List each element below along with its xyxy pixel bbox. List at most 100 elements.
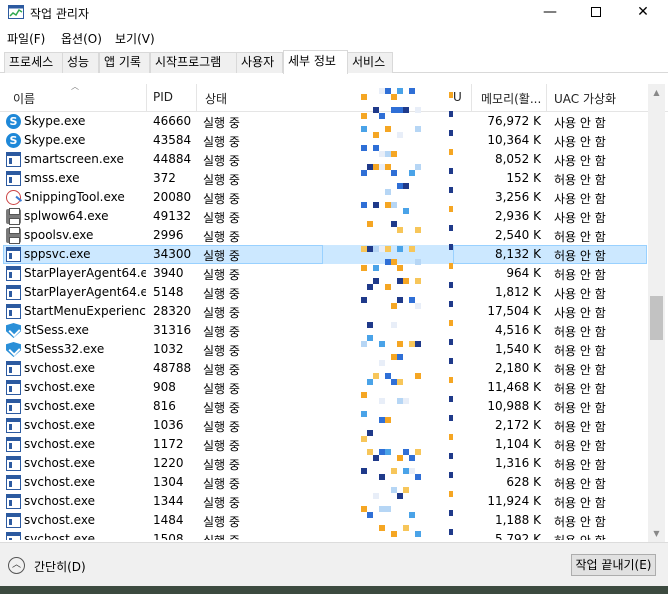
- redaction-pixel: [361, 392, 367, 398]
- scroll-down-icon[interactable]: ▼: [648, 525, 665, 542]
- window-icon: [6, 152, 21, 167]
- redaction-pixel: [449, 301, 453, 307]
- table-row[interactable]: svchost.exe 48788 실행 중 2,180 K 허용 안 함: [0, 359, 648, 378]
- table-row[interactable]: svchost.exe 1220 실행 중 1,316 K 허용 안 함: [0, 454, 648, 473]
- redaction-pixel: [415, 449, 421, 455]
- process-memory: 964 K: [506, 266, 541, 280]
- table-row[interactable]: svchost.exe 1344 실행 중 11,924 K 허용 안 함: [0, 492, 648, 511]
- table-row[interactable]: svchost.exe 1508 실행 중 5,792 K 허용 안 함: [0, 530, 648, 540]
- end-task-button[interactable]: 작업 끝내기(E): [571, 554, 656, 576]
- close-icon: ✕: [637, 4, 649, 20]
- window-icon: [6, 437, 21, 452]
- window-icon: [6, 380, 21, 395]
- process-pid: 1344: [153, 494, 184, 508]
- menu-options[interactable]: 옵션(O): [61, 30, 102, 47]
- menu-file[interactable]: 파일(F): [7, 30, 45, 47]
- table-row[interactable]: StarPlayerAgent64.e... 3940 실행 중 964 K 허용 안 …: [0, 264, 648, 283]
- redaction-pixel: [373, 202, 379, 208]
- redaction-pixel: [379, 360, 385, 366]
- column-divider[interactable]: [196, 84, 197, 112]
- close-button[interactable]: ✕: [620, 0, 666, 26]
- table-row[interactable]: sppsvc.exe 34300 실행 중 8,132 K 허용 안 함: [0, 245, 648, 264]
- tab-app-history[interactable]: 앱 기록: [99, 52, 150, 73]
- window-icon: [6, 475, 21, 490]
- maximize-icon: [591, 7, 601, 17]
- column-header-pid[interactable]: PID: [153, 90, 173, 104]
- table-row[interactable]: StSess32.exe 1032 실행 중 1,540 K 허용 안 함: [0, 340, 648, 359]
- vertical-scrollbar[interactable]: ▲ ▼: [648, 84, 665, 542]
- process-name: sppsvc.exe: [24, 247, 91, 261]
- column-header-memory[interactable]: 메모리(활...: [481, 90, 541, 107]
- window-icon: [6, 532, 21, 540]
- column-divider[interactable]: [471, 84, 472, 112]
- process-name: splwow64.exe: [24, 209, 109, 223]
- table-row[interactable]: svchost.exe 1304 실행 중 628 K 허용 안 함: [0, 473, 648, 492]
- process-name: svchost.exe: [24, 380, 95, 394]
- redaction-pixel: [367, 430, 373, 436]
- table-row[interactable]: S Skype.exe 46660 실행 중 76,972 K 사용 안 함: [0, 112, 648, 131]
- table-row[interactable]: svchost.exe 1172 실행 중 1,104 K 허용 안 함: [0, 435, 648, 454]
- column-divider[interactable]: [146, 84, 147, 112]
- process-name: svchost.exe: [24, 532, 95, 540]
- table-row[interactable]: S Skype.exe 43584 실행 중 10,364 K 사용 안 함: [0, 131, 648, 150]
- window-title: 작업 관리자: [30, 7, 90, 21]
- tab-performance[interactable]: 성능: [62, 52, 99, 73]
- redaction-pixel: [449, 225, 453, 231]
- process-status: 실행 중: [203, 287, 240, 301]
- process-memory: 4,516 K: [494, 323, 541, 337]
- process-pid: 3940: [153, 266, 184, 280]
- column-header-uac[interactable]: UAC 가상화: [554, 90, 616, 107]
- minimize-button[interactable]: —: [527, 0, 573, 26]
- table-row[interactable]: StSess.exe 31316 실행 중 4,516 K 허용 안 함: [0, 321, 648, 340]
- table-row[interactable]: StarPlayerAgent64.e... 5148 실행 중 1,812 K 사용 …: [0, 283, 648, 302]
- column-header-name[interactable]: 이름: [13, 90, 35, 107]
- table-row[interactable]: splwow64.exe 49132 실행 중 2,936 K 사용 안 함: [0, 207, 648, 226]
- table-row[interactable]: svchost.exe 1484 실행 중 1,188 K 허용 안 함: [0, 511, 648, 530]
- table-row[interactable]: SnippingTool.exe 20080 실행 중 3,256 K 사용 안 함: [0, 188, 648, 207]
- column-header-status[interactable]: 상태: [205, 90, 227, 107]
- process-uac: 허용 안 함: [554, 496, 606, 510]
- table-row[interactable]: StartMenuExperienc... 28320 실행 중 17,504 K 사용…: [0, 302, 648, 321]
- redaction-pixel: [403, 278, 409, 284]
- process-memory: 2,180 K: [494, 361, 541, 375]
- scroll-up-icon[interactable]: ▲: [648, 84, 665, 101]
- redaction-pixel: [449, 206, 453, 212]
- table-row[interactable]: smss.exe 372 실행 중 152 K 허용 안 함: [0, 169, 648, 188]
- maximize-button[interactable]: [573, 0, 619, 26]
- redaction-pixel: [449, 339, 453, 345]
- process-memory: 8,132 K: [494, 247, 541, 261]
- tab-startup[interactable]: 시작프로그램: [150, 52, 237, 73]
- table-row[interactable]: spoolsv.exe 2996 실행 중 2,540 K 허용 안 함: [0, 226, 648, 245]
- redaction-pixel: [367, 284, 373, 290]
- process-pid: 1032: [153, 342, 184, 356]
- process-status: 실행 중: [203, 363, 240, 377]
- tab-processes[interactable]: 프로세스: [4, 52, 63, 73]
- printer-icon: [6, 208, 21, 225]
- menu-view[interactable]: 보기(V): [115, 30, 155, 47]
- process-status: 실행 중: [203, 382, 240, 396]
- redaction-pixel: [409, 170, 415, 176]
- window-icon: [6, 418, 21, 433]
- footer-bar: ︿ 간단히(D) 작업 끝내기(E): [0, 542, 668, 586]
- title-bar: 작업 관리자 — ✕: [0, 0, 668, 26]
- tab-users[interactable]: 사용자: [236, 52, 283, 73]
- table-row[interactable]: svchost.exe 908 실행 중 11,468 K 허용 안 함: [0, 378, 648, 397]
- tab-details[interactable]: 세부 정보: [283, 50, 348, 74]
- process-uac: 허용 안 함: [554, 477, 606, 491]
- redaction-pixel: [385, 284, 391, 290]
- table-row[interactable]: smartscreen.exe 44884 실행 중 8,052 K 사용 안 함: [0, 150, 648, 169]
- process-name: Skype.exe: [24, 114, 86, 128]
- process-uac: 허용 안 함: [554, 249, 606, 263]
- process-uac: 허용 안 함: [554, 532, 606, 540]
- process-status: 실행 중: [203, 458, 240, 472]
- table-row[interactable]: svchost.exe 816 실행 중 10,988 K 허용 안 함: [0, 397, 648, 416]
- scroll-thumb[interactable]: [650, 296, 663, 340]
- column-divider[interactable]: [546, 84, 547, 112]
- table-row[interactable]: svchost.exe 1036 실행 중 2,172 K 허용 안 함: [0, 416, 648, 435]
- tab-services[interactable]: 서비스: [347, 52, 393, 73]
- process-pid: 34300: [153, 247, 192, 261]
- redaction-pixel: [361, 145, 367, 151]
- redaction-pixel: [449, 510, 453, 516]
- process-pid: 1220: [153, 456, 184, 470]
- process-name: StartMenuExperienc...: [24, 304, 146, 318]
